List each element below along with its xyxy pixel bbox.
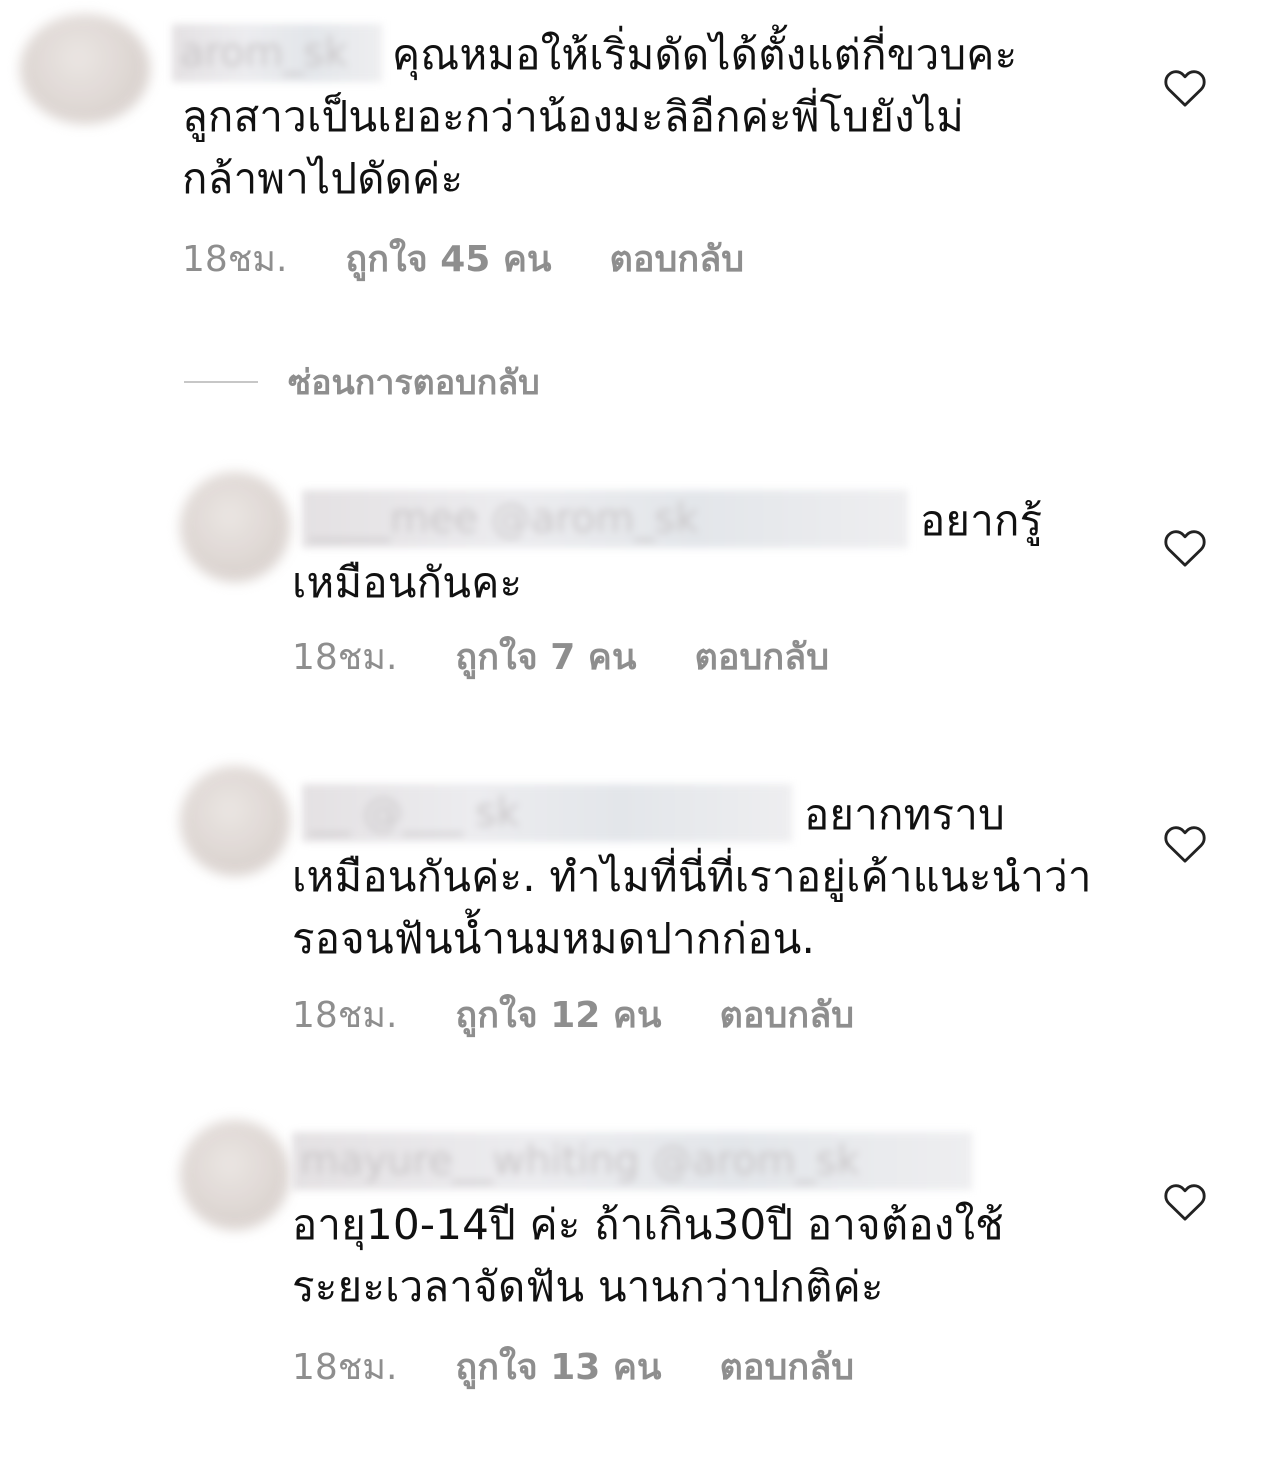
avatar[interactable]	[180, 1120, 290, 1230]
reply-item: __ @___ sk อยากทราบ เหมือนกันค่ะ. ทำไมที…	[0, 752, 1280, 1052]
like-count[interactable]: ถูกใจ 12 คน	[455, 996, 661, 1036]
like-count[interactable]: ถูกใจ 45 คน	[345, 240, 551, 280]
reply-button[interactable]: ตอบกลับ	[695, 638, 830, 678]
reply-item: mayure__whiting @arom_sk อายุ10-14ปี ค่ะ…	[0, 1110, 1280, 1410]
comment-text: เหมือนกันค่ะ. ทำไมที่นี่ที่เราอยู่เค้าแน…	[292, 852, 1092, 963]
reply-button[interactable]: ตอบกลับ	[720, 1348, 855, 1388]
comment-time: 18ชม.	[182, 239, 288, 280]
avatar[interactable]	[20, 14, 150, 124]
comment-text-first-line: อยากรู้	[920, 496, 1043, 545]
heart-icon[interactable]	[1162, 66, 1208, 108]
hide-replies-button[interactable]: ซ่อนการตอบกลับ	[184, 360, 540, 404]
avatar[interactable]	[180, 472, 290, 582]
comment-thread: arom_sk คุณหมอให้เริ่มดัดได้ตั้งแต่กี่ขว…	[0, 0, 1280, 1472]
comment-text-first-line: คุณหมอให้เริ่มดัดได้ตั้งแต่กี่ขวบคะ	[392, 30, 1018, 79]
reply-item: ____mee @arom_sk อยากรู้ เหมือนกันคะ 18ช…	[0, 460, 1280, 700]
comment-time: 18ชม.	[292, 995, 398, 1036]
comment-text: อายุ10-14ปี ค่ะ ถ้าเกิน30ปี อาจต้องใช้ระ…	[292, 1200, 1004, 1311]
comment-meta: 18ชม. ถูกใจ 7 คน ตอบกลับ	[292, 638, 829, 678]
comment-meta: 18ชม. ถูกใจ 13 คน ตอบกลับ	[292, 1348, 854, 1388]
username[interactable]: arom_sk	[172, 24, 382, 82]
comment-meta: 18ชม. ถูกใจ 45 คน ตอบกลับ	[182, 240, 744, 280]
hide-replies-label: ซ่อนการตอบกลับ	[288, 363, 540, 403]
heart-icon[interactable]	[1162, 822, 1208, 864]
comment-text-first-line: อยากทราบ	[804, 790, 1005, 839]
comment-time: 18ชม.	[292, 1347, 398, 1388]
comment-text: ลูกสาวเป็นเยอะกว่าน้องมะลิอีกค่ะพี่โบยัง…	[182, 92, 965, 203]
username[interactable]: __ @___ sk	[302, 784, 792, 842]
heart-icon[interactable]	[1162, 1180, 1208, 1222]
divider-line	[184, 381, 258, 383]
username[interactable]: mayure__whiting @arom_sk	[292, 1132, 972, 1190]
avatar[interactable]	[180, 766, 290, 876]
comment-item: arom_sk คุณหมอให้เริ่มดัดได้ตั้งแต่กี่ขว…	[0, 0, 1280, 300]
heart-icon[interactable]	[1162, 526, 1208, 568]
comment-time: 18ชม.	[292, 637, 398, 678]
comment-meta: 18ชม. ถูกใจ 12 คน ตอบกลับ	[292, 996, 854, 1036]
reply-button[interactable]: ตอบกลับ	[610, 240, 745, 280]
like-count[interactable]: ถูกใจ 13 คน	[455, 1348, 661, 1388]
reply-button[interactable]: ตอบกลับ	[720, 996, 855, 1036]
username[interactable]: ____mee @arom_sk	[302, 490, 908, 548]
like-count[interactable]: ถูกใจ 7 คน	[455, 638, 636, 678]
comment-text: เหมือนกันคะ	[292, 558, 523, 607]
